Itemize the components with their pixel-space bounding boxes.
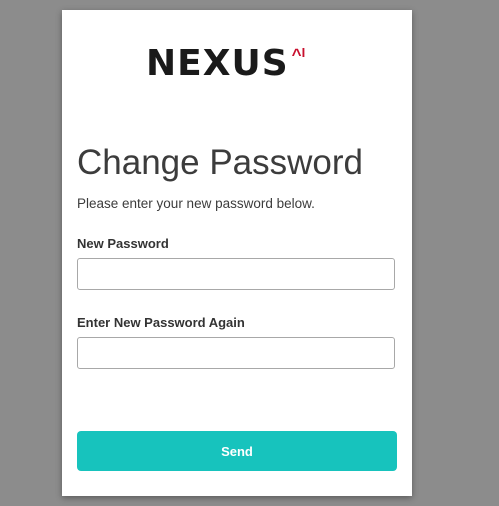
confirm-password-field[interactable] bbox=[77, 337, 395, 369]
logo-ai-text: I bbox=[301, 45, 306, 60]
change-password-card: NEXUS ^ I Change Password Please enter y… bbox=[62, 10, 412, 496]
confirm-password-label: Enter New Password Again bbox=[77, 315, 245, 330]
logo-ai-caret: ^ bbox=[291, 45, 302, 64]
logo-ai-mark: ^ I bbox=[292, 46, 306, 63]
send-button[interactable]: Send bbox=[77, 431, 397, 471]
new-password-label: New Password bbox=[77, 236, 169, 251]
logo-wordmark: NEXUS bbox=[146, 43, 289, 84]
nexus-ai-logo: NEXUS ^ I bbox=[146, 44, 305, 84]
new-password-field[interactable] bbox=[77, 258, 395, 290]
page-title: Change Password bbox=[77, 143, 363, 182]
page-subtitle: Please enter your new password below. bbox=[77, 196, 315, 211]
